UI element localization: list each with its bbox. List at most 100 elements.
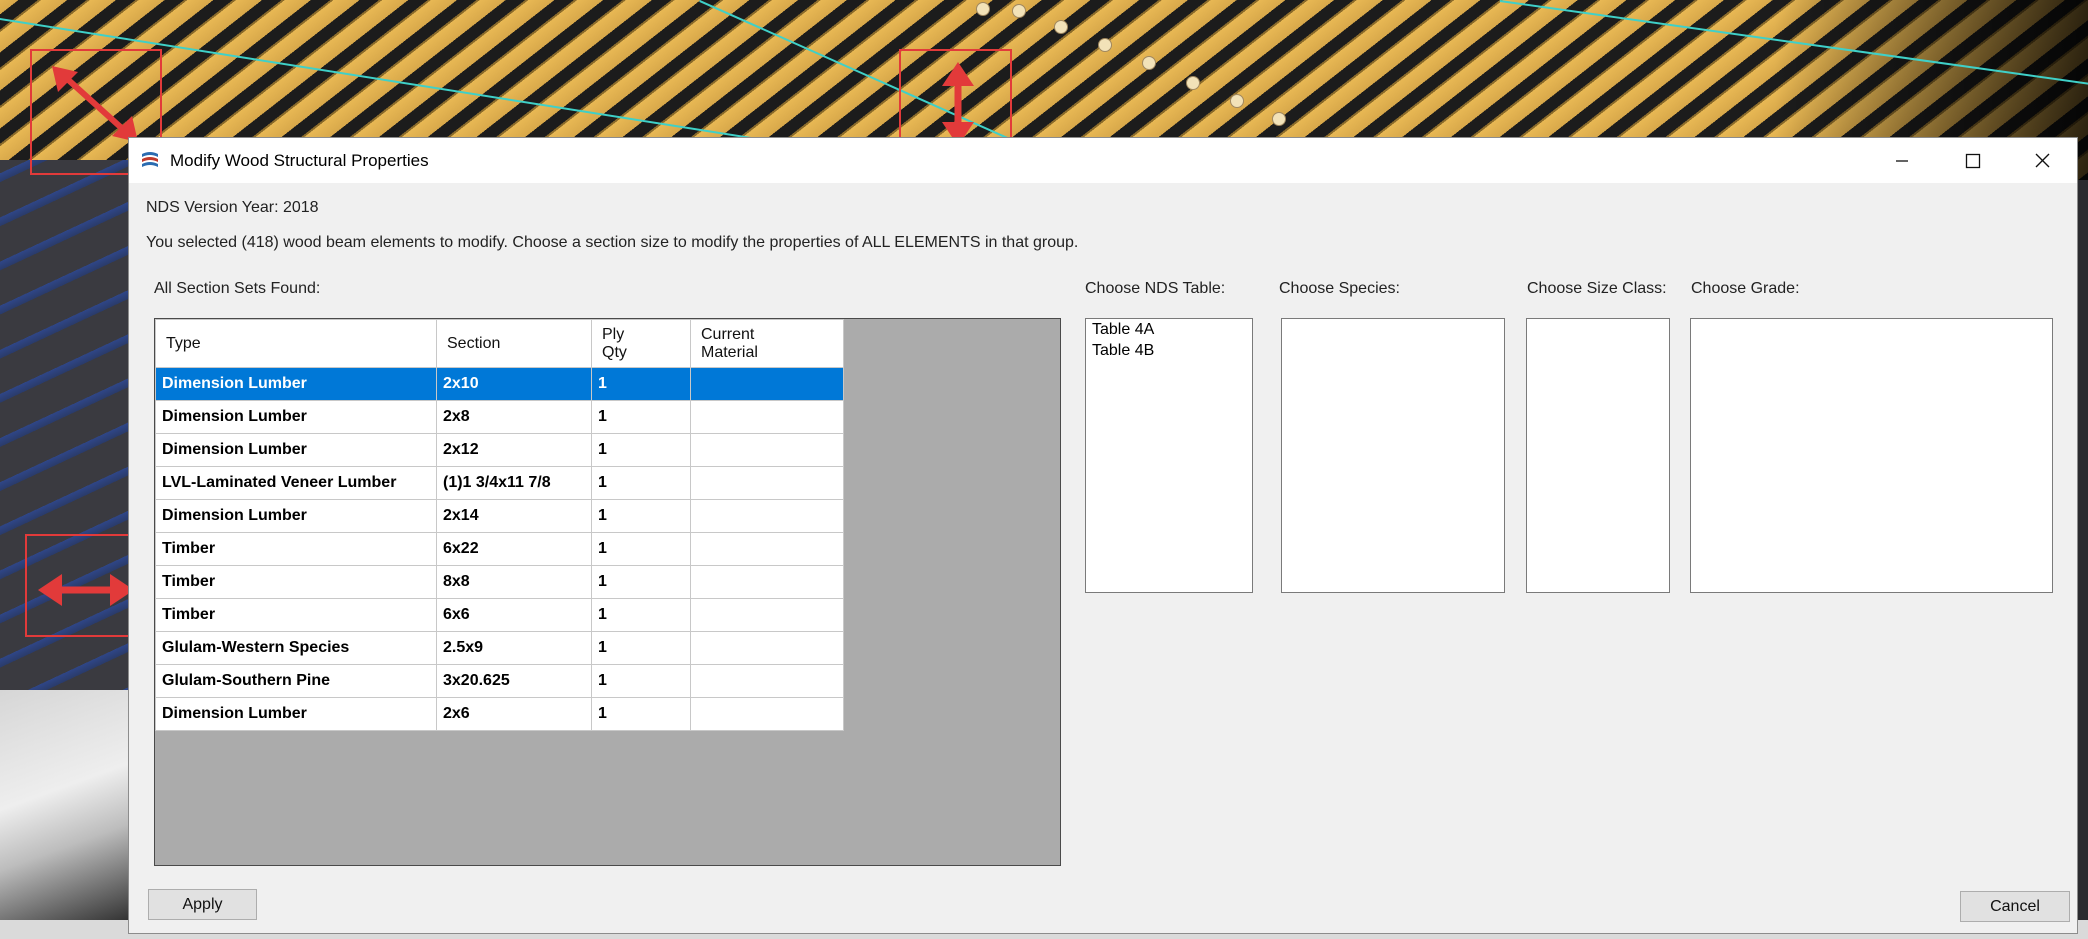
table-row[interactable]: LVL-Laminated Veneer Lumber (1)1 3/4x11 7…: [155, 466, 844, 500]
cell-ply-qty[interactable]: 1: [591, 400, 691, 434]
cell-type[interactable]: Timber: [155, 598, 437, 632]
node-marker: [1186, 76, 1200, 90]
table-header-row: Type Section Ply Qty Current Material: [155, 319, 844, 368]
minimize-button[interactable]: [1867, 138, 1937, 183]
cell-type[interactable]: Dimension Lumber: [155, 433, 437, 467]
vertical-resize-arrow-icon: [942, 62, 974, 146]
section-sets-table: Type Section Ply Qty Current Material Di…: [155, 319, 844, 731]
cell-current-material[interactable]: [690, 400, 844, 434]
size-class-label: Choose Size Class:: [1527, 280, 1667, 297]
window-title: Modify Wood Structural Properties: [170, 151, 429, 170]
cell-section[interactable]: 2x12: [436, 433, 592, 467]
close-button[interactable]: [2007, 138, 2077, 183]
cell-type[interactable]: Dimension Lumber: [155, 400, 437, 434]
grade-label: Choose Grade:: [1691, 280, 1800, 297]
cell-ply-qty[interactable]: 1: [591, 565, 691, 599]
close-icon: [2035, 153, 2050, 168]
cell-type[interactable]: Timber: [155, 532, 437, 566]
cell-section[interactable]: 6x22: [436, 532, 592, 566]
species-listbox[interactable]: [1281, 318, 1505, 593]
table-row[interactable]: Glulam-Western Species 2.5x9 1: [155, 631, 844, 665]
table-row[interactable]: Timber 8x8 1: [155, 565, 844, 599]
cell-section[interactable]: (1)1 3/4x11 7/8: [436, 466, 592, 500]
cell-type[interactable]: Dimension Lumber: [155, 367, 437, 401]
nds-table-listbox[interactable]: Table 4A Table 4B: [1085, 318, 1253, 593]
cell-ply-qty[interactable]: 1: [591, 367, 691, 401]
species-label: Choose Species:: [1279, 280, 1400, 297]
cell-type[interactable]: Glulam-Southern Pine: [155, 664, 437, 698]
cell-current-material[interactable]: [690, 664, 844, 698]
cancel-button[interactable]: Cancel: [1960, 891, 2070, 922]
cell-ply-qty[interactable]: 1: [591, 466, 691, 500]
diagonal-resize-arrow-icon: [52, 66, 138, 142]
cell-current-material[interactable]: [690, 565, 844, 599]
cell-ply-qty[interactable]: 1: [591, 499, 691, 533]
cell-ply-qty[interactable]: 1: [591, 664, 691, 698]
cell-current-material[interactable]: [690, 499, 844, 533]
node-marker: [1054, 20, 1068, 34]
cell-section[interactable]: 3x20.625: [436, 664, 592, 698]
column-header-type[interactable]: Type: [155, 319, 437, 368]
cell-section[interactable]: 2x14: [436, 499, 592, 533]
grade-listbox[interactable]: [1690, 318, 2053, 593]
section-sets-label: All Section Sets Found:: [154, 280, 321, 297]
floor-slab-render: [0, 690, 140, 939]
cell-section[interactable]: 8x8: [436, 565, 592, 599]
size-class-listbox[interactable]: [1526, 318, 1670, 593]
cell-type[interactable]: Dimension Lumber: [155, 499, 437, 533]
node-marker: [1272, 112, 1286, 126]
cell-type[interactable]: Timber: [155, 565, 437, 599]
cell-current-material[interactable]: [690, 433, 844, 467]
cell-section[interactable]: 2x6: [436, 697, 592, 731]
section-sets-rows: Dimension Lumber 2x10 1 Dimension Lumber 2x8…: [155, 367, 844, 731]
minimize-icon: [1896, 160, 1908, 162]
ply-qty-header-text: Ply Qty: [602, 325, 627, 361]
column-header-current-material[interactable]: Current Material: [690, 319, 844, 368]
cell-ply-qty[interactable]: 1: [591, 697, 691, 731]
table-row[interactable]: Timber 6x22 1: [155, 532, 844, 566]
column-header-ply-qty[interactable]: Ply Qty: [591, 319, 691, 368]
nds-version-label: NDS Version Year: 2018: [146, 199, 319, 216]
column-header-section[interactable]: Section: [436, 319, 592, 368]
table-row[interactable]: Timber 6x6 1: [155, 598, 844, 632]
cell-type[interactable]: LVL-Laminated Veneer Lumber: [155, 466, 437, 500]
table-row[interactable]: Dimension Lumber 2x12 1: [155, 433, 844, 467]
cell-current-material[interactable]: [690, 466, 844, 500]
cell-section[interactable]: 2.5x9: [436, 631, 592, 665]
title-bar[interactable]: Modify Wood Structural Properties: [129, 138, 2077, 183]
cell-current-material[interactable]: [690, 598, 844, 632]
horizontal-resize-arrow-icon: [38, 574, 134, 606]
cell-ply-qty[interactable]: 1: [591, 631, 691, 665]
table-row[interactable]: Dimension Lumber 2x14 1: [155, 499, 844, 533]
node-marker: [1012, 4, 1026, 18]
cell-ply-qty[interactable]: 1: [591, 532, 691, 566]
cell-section[interactable]: 2x8: [436, 400, 592, 434]
table-row[interactable]: Glulam-Southern Pine 3x20.625 1: [155, 664, 844, 698]
nds-table-option[interactable]: Table 4A: [1086, 319, 1252, 340]
cell-ply-qty[interactable]: 1: [591, 433, 691, 467]
cell-current-material[interactable]: [690, 367, 844, 401]
node-marker: [1230, 94, 1244, 108]
cell-type[interactable]: Dimension Lumber: [155, 697, 437, 731]
table-row[interactable]: Dimension Lumber 2x8 1: [155, 400, 844, 434]
maximize-button[interactable]: [1937, 138, 2007, 183]
cell-current-material[interactable]: [690, 697, 844, 731]
node-marker: [1142, 56, 1156, 70]
apply-button[interactable]: Apply: [148, 889, 257, 920]
section-sets-grid[interactable]: Type Section Ply Qty Current Material Di…: [154, 318, 1061, 866]
nds-table-option[interactable]: Table 4B: [1086, 340, 1252, 361]
nds-table-label: Choose NDS Table:: [1085, 280, 1226, 297]
cell-ply-qty[interactable]: 1: [591, 598, 691, 632]
cell-current-material[interactable]: [690, 631, 844, 665]
instructions-text: You selected (418) wood beam elements to…: [146, 234, 1079, 251]
cell-section[interactable]: 6x6: [436, 598, 592, 632]
cell-type[interactable]: Glulam-Western Species: [155, 631, 437, 665]
modify-wood-structural-properties-dialog: Modify Wood Structural Properties NDS Ve…: [128, 137, 2078, 934]
table-row[interactable]: Dimension Lumber 2x6 1: [155, 697, 844, 731]
cell-section[interactable]: 2x10: [436, 367, 592, 401]
maximize-icon: [1965, 153, 1981, 169]
table-row[interactable]: Dimension Lumber 2x10 1: [155, 367, 844, 401]
cell-current-material[interactable]: [690, 532, 844, 566]
node-marker: [976, 2, 990, 16]
wood-structural-app-icon: [142, 152, 158, 167]
